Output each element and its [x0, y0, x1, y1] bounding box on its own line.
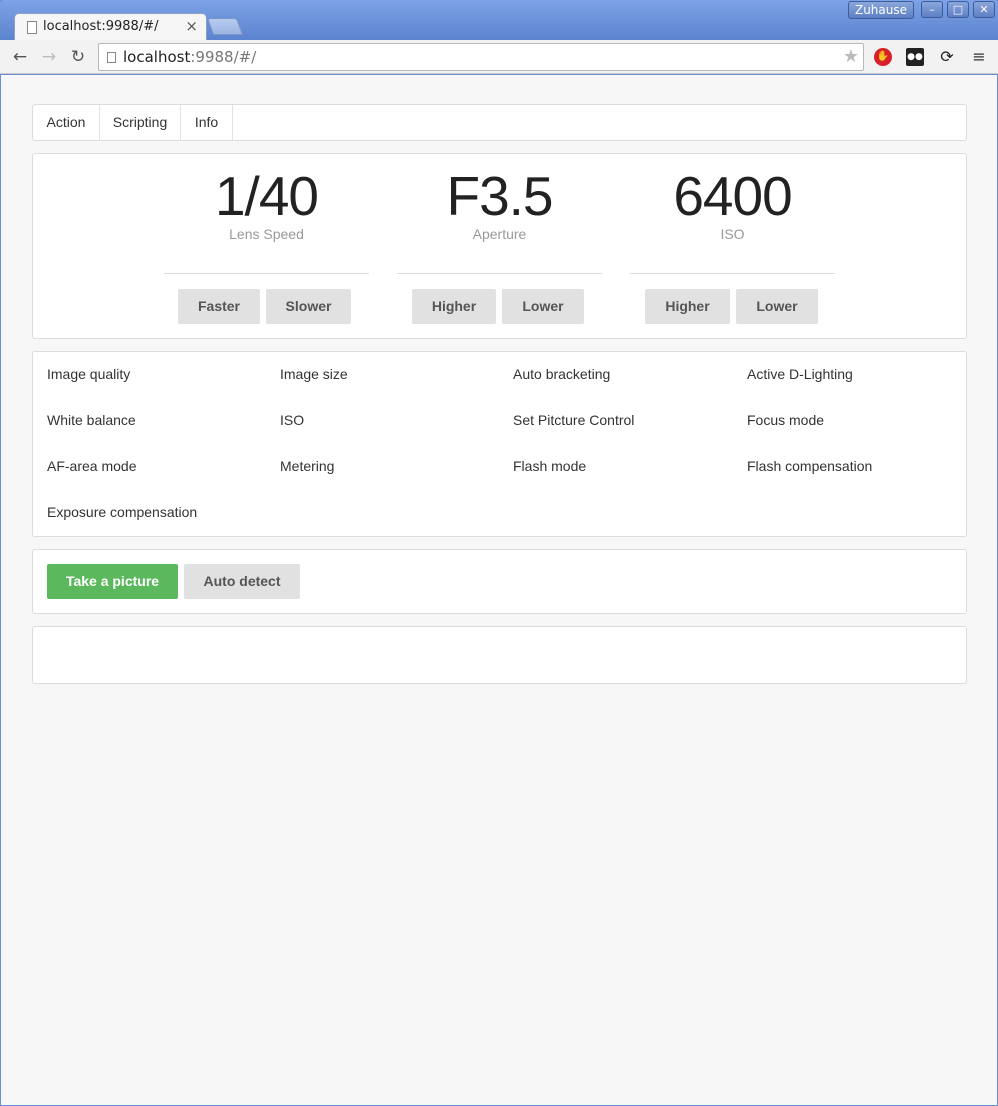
menu-item-flash-compensation[interactable]: Flash compensation — [747, 458, 872, 474]
profile-button[interactable]: Zuhause — [848, 1, 914, 19]
new-tab-button[interactable] — [206, 18, 244, 35]
menu-item-af-area-mode[interactable]: AF-area mode — [47, 458, 136, 474]
url-text: localhost:9988/#/ — [123, 48, 257, 66]
browser-menu-icon[interactable]: ≡ — [970, 48, 988, 66]
menu-item-active-d-lighting[interactable]: Active D-Lighting — [747, 366, 853, 382]
lens-speed-setting: 1/40 Lens Speed — [150, 166, 383, 242]
browser-toolbar: ← → ↻ localhost:9988/#/ ★ ✋ ●● ⟳ ≡ — [0, 40, 998, 74]
divider — [630, 273, 835, 274]
bookmark-star-icon[interactable]: ★ — [843, 46, 859, 67]
menu-item-image-size[interactable]: Image size — [280, 366, 348, 382]
back-icon[interactable]: ← — [9, 46, 31, 68]
menu-item-white-balance[interactable]: White balance — [47, 412, 136, 428]
iso-value: 6400 — [673, 165, 792, 227]
iso-label: ISO — [720, 226, 745, 242]
page-icon — [27, 21, 37, 34]
close-window-icon[interactable]: ✕ — [973, 1, 995, 18]
menu-item-image-quality[interactable]: Image quality — [47, 366, 130, 382]
slower-button[interactable]: Slower — [266, 289, 351, 324]
minimize-icon[interactable]: – — [921, 1, 943, 18]
menu-item-flash-mode[interactable]: Flash mode — [513, 458, 586, 474]
capture-actions-panel: Take a picture Auto detect — [32, 549, 967, 614]
forward-icon[interactable]: → — [38, 46, 60, 68]
window-titlebar: localhost:9988/#/ × Zuhause – □ ✕ — [0, 0, 998, 40]
take-picture-button[interactable]: Take a picture — [47, 564, 178, 599]
menu-item-focus-mode[interactable]: Focus mode — [747, 412, 824, 428]
address-bar[interactable]: localhost:9988/#/ ★ — [98, 43, 864, 71]
menu-item-picture-control[interactable]: Set Pitcture Control — [513, 412, 634, 428]
aperture-higher-button[interactable]: Higher — [412, 289, 496, 324]
maximize-icon[interactable]: □ — [947, 1, 969, 18]
iso-higher-button[interactable]: Higher — [645, 289, 730, 324]
nav-scripting[interactable]: Scripting — [100, 105, 181, 140]
glasses-extension-icon[interactable]: ●● — [906, 48, 924, 66]
reload-icon[interactable]: ↻ — [67, 46, 89, 68]
tab-title: localhost:9988/#/ — [43, 19, 159, 34]
auto-detect-button[interactable]: Auto detect — [184, 564, 300, 599]
page-icon — [107, 52, 116, 63]
divider — [397, 273, 602, 274]
menu-item-auto-bracketing[interactable]: Auto bracketing — [513, 366, 610, 382]
aperture-lower-button[interactable]: Lower — [502, 289, 584, 324]
output-panel — [32, 626, 967, 684]
main-nav: Action Scripting Info — [32, 104, 967, 141]
aperture-setting: F3.5 Aperture — [383, 166, 616, 242]
nav-action[interactable]: Action — [33, 105, 100, 140]
camera-menu-panel: Image quality Image size Auto bracketing… — [32, 351, 967, 537]
menu-item-iso[interactable]: ISO — [280, 412, 304, 428]
nav-info[interactable]: Info — [181, 105, 233, 140]
adblock-extension-icon[interactable]: ✋ — [874, 48, 892, 66]
sync-extension-icon[interactable]: ⟳ — [938, 48, 956, 66]
aperture-value: F3.5 — [446, 165, 553, 227]
browser-tab[interactable]: localhost:9988/#/ × — [14, 13, 207, 40]
iso-setting: 6400 ISO — [616, 166, 849, 242]
page-viewport: Action Scripting Info 1/40 Lens Speed Fa… — [1, 75, 997, 1105]
tab-close-icon[interactable]: × — [185, 17, 198, 35]
menu-item-exposure-compensation[interactable]: Exposure compensation — [47, 504, 197, 520]
aperture-label: Aperture — [472, 226, 527, 242]
menu-item-metering[interactable]: Metering — [280, 458, 334, 474]
lens-speed-value: 1/40 — [214, 165, 319, 227]
exposure-settings-panel: 1/40 Lens Speed Faster Slower F3.5 Apert… — [32, 153, 967, 339]
divider — [164, 273, 369, 274]
iso-lower-button[interactable]: Lower — [736, 289, 818, 324]
faster-button[interactable]: Faster — [178, 289, 260, 324]
lens-speed-label: Lens Speed — [229, 226, 304, 242]
